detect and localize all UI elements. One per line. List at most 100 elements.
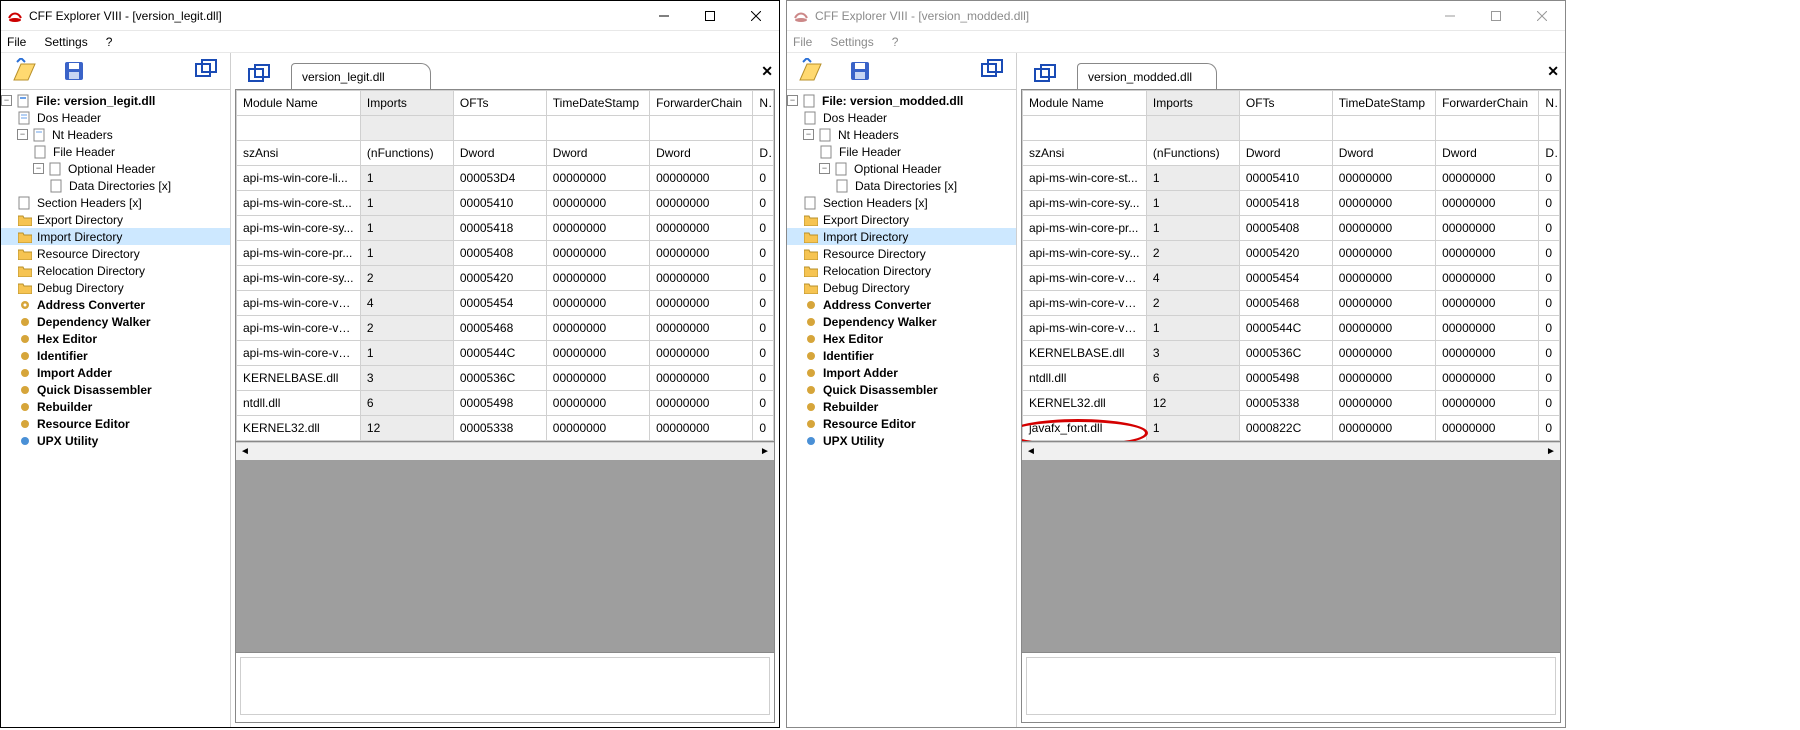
table-row[interactable]: KERNEL32.dll120000533800000000000000000 xyxy=(1023,391,1560,416)
minimize-button[interactable] xyxy=(641,1,687,31)
titlebar[interactable]: CFF Explorer VIII - [version_modded.dll] xyxy=(787,1,1565,31)
table-row[interactable]: api-ms-win-core-sy...1000054180000000000… xyxy=(237,216,774,241)
tree-fh[interactable]: File Header xyxy=(1,143,230,160)
table-row[interactable]: api-ms-win-core-sy...2000054200000000000… xyxy=(1023,241,1560,266)
tree-view[interactable]: −File: version_legit.dll Dos Header −Nt … xyxy=(1,89,230,727)
tree-id[interactable]: Import Directory xyxy=(1,228,230,245)
tree-id[interactable]: Import Directory xyxy=(787,228,1016,245)
tab-close-icon[interactable]: ✕ xyxy=(1547,63,1559,80)
tree-nt[interactable]: −Nt Headers xyxy=(787,126,1016,143)
cascade-icon[interactable] xyxy=(194,58,220,84)
tree-he[interactable]: Hex Editor xyxy=(787,330,1016,347)
tree-dw[interactable]: Dependency Walker xyxy=(787,313,1016,330)
table[interactable]: Module Name Imports OFTs TimeDateStamp F… xyxy=(236,90,774,441)
table-header-row[interactable]: Module Name Imports OFTs TimeDateStamp F… xyxy=(237,91,774,116)
edit-pane[interactable] xyxy=(1022,652,1560,722)
tree-reld[interactable]: Relocation Directory xyxy=(787,262,1016,279)
close-button[interactable] xyxy=(1519,1,1565,31)
tree-rb[interactable]: Rebuilder xyxy=(1,398,230,415)
tree-reld[interactable]: Relocation Directory xyxy=(1,262,230,279)
table-row[interactable]: api-ms-win-core-ve...4000054540000000000… xyxy=(237,291,774,316)
table-row[interactable]: api-ms-win-core-sy...2000054200000000000… xyxy=(237,266,774,291)
horizontal-scrollbar[interactable]: ◄► xyxy=(1022,442,1560,460)
tree-sh[interactable]: Section Headers [x] xyxy=(1,194,230,211)
col-module[interactable]: Module Name xyxy=(1023,91,1147,116)
col-ofts[interactable]: OFTs xyxy=(1239,91,1332,116)
tree-qd[interactable]: Quick Disassembler xyxy=(787,381,1016,398)
tree-ac[interactable]: Address Converter xyxy=(787,296,1016,313)
table-row[interactable]: ntdll.dll60000549800000000000000000 xyxy=(1023,366,1560,391)
tree-rd[interactable]: Resource Directory xyxy=(1,245,230,262)
open-icon[interactable] xyxy=(11,58,37,84)
table-row[interactable]: ntdll.dll60000549800000000000000000 xyxy=(237,391,774,416)
menu-file[interactable]: File xyxy=(5,33,28,51)
tree-idf[interactable]: Identifier xyxy=(1,347,230,364)
tree-re[interactable]: Resource Editor xyxy=(1,415,230,432)
tree-ia[interactable]: Import Adder xyxy=(1,364,230,381)
edit-pane[interactable] xyxy=(236,652,774,722)
table-row[interactable]: api-ms-win-core-ve...2000054680000000000… xyxy=(237,316,774,341)
tree-upx[interactable]: UPX Utility xyxy=(787,432,1016,449)
menu-help[interactable]: ? xyxy=(104,33,115,51)
table-row[interactable]: api-ms-win-core-pr...1000054080000000000… xyxy=(1023,216,1560,241)
col-imports[interactable]: Imports xyxy=(1146,91,1239,116)
horizontal-scrollbar[interactable]: ◄► xyxy=(236,442,774,460)
tree-sh[interactable]: Section Headers [x] xyxy=(787,194,1016,211)
table-row[interactable]: KERNELBASE.dll30000536C00000000000000000 xyxy=(1023,341,1560,366)
tree-dd[interactable]: Data Directories [x] xyxy=(787,177,1016,194)
table-row[interactable]: api-ms-win-core-st...1000054100000000000… xyxy=(1023,166,1560,191)
save-icon[interactable] xyxy=(61,58,87,84)
tree-ia[interactable]: Import Adder xyxy=(787,364,1016,381)
col-n[interactable]: N xyxy=(753,91,774,116)
tree-oh[interactable]: −Optional Header xyxy=(787,160,1016,177)
col-imports[interactable]: Imports xyxy=(360,91,453,116)
table-row[interactable]: api-ms-win-core-st...1000054100000000000… xyxy=(237,191,774,216)
titlebar[interactable]: CFF Explorer VIII - [version_legit.dll] xyxy=(1,1,779,31)
tree-dw[interactable]: Dependency Walker xyxy=(1,313,230,330)
col-fc[interactable]: ForwarderChain xyxy=(1436,91,1539,116)
cascade-icon[interactable] xyxy=(980,58,1006,84)
tree-ed[interactable]: Export Directory xyxy=(1,211,230,228)
table-row[interactable]: javafx_font.dll10000822C0000000000000000… xyxy=(1023,416,1560,441)
tree-root[interactable]: −File: version_legit.dll xyxy=(1,92,230,109)
tab-close-icon[interactable]: ✕ xyxy=(761,63,773,80)
table[interactable]: Module Name Imports OFTs TimeDateStamp F… xyxy=(1022,90,1560,441)
tree-nt[interactable]: −Nt Headers xyxy=(1,126,230,143)
tree-upx[interactable]: UPX Utility xyxy=(1,432,230,449)
tree-dbg[interactable]: Debug Directory xyxy=(1,279,230,296)
save-icon[interactable] xyxy=(847,58,873,84)
menu-help[interactable]: ? xyxy=(890,33,901,51)
tree-ed[interactable]: Export Directory xyxy=(787,211,1016,228)
maximize-button[interactable] xyxy=(687,1,733,31)
table-row[interactable]: KERNELBASE.dll30000536C00000000000000000 xyxy=(237,366,774,391)
table-row[interactable]: api-ms-win-core-ve...10000544C0000000000… xyxy=(1023,316,1560,341)
tree-rb[interactable]: Rebuilder xyxy=(787,398,1016,415)
cascade-icon[interactable] xyxy=(247,63,273,89)
table-row[interactable]: api-ms-win-core-ve...10000544C0000000000… xyxy=(237,341,774,366)
table-header-row[interactable]: Module Name Imports OFTs TimeDateStamp F… xyxy=(1023,91,1560,116)
close-button[interactable] xyxy=(733,1,779,31)
open-icon[interactable] xyxy=(797,58,823,84)
tree-idf[interactable]: Identifier xyxy=(787,347,1016,364)
minimize-button[interactable] xyxy=(1427,1,1473,31)
tree-dd[interactable]: Data Directories [x] xyxy=(1,177,230,194)
menu-settings[interactable]: Settings xyxy=(828,33,875,51)
tree-he[interactable]: Hex Editor xyxy=(1,330,230,347)
table-row[interactable]: api-ms-win-core-sy...1000054180000000000… xyxy=(1023,191,1560,216)
table-row[interactable]: KERNEL32.dll120000533800000000000000000 xyxy=(237,416,774,441)
col-n[interactable]: N xyxy=(1539,91,1560,116)
col-module[interactable]: Module Name xyxy=(237,91,361,116)
tree-view[interactable]: −File: version_modded.dll Dos Header −Nt… xyxy=(787,89,1016,727)
tree-rd[interactable]: Resource Directory xyxy=(787,245,1016,262)
tree-qd[interactable]: Quick Disassembler xyxy=(1,381,230,398)
tree-ac[interactable]: Address Converter xyxy=(1,296,230,313)
col-ofts[interactable]: OFTs xyxy=(453,91,546,116)
tree-root[interactable]: −File: version_modded.dll xyxy=(787,92,1016,109)
table-row[interactable]: api-ms-win-core-ve...4000054540000000000… xyxy=(1023,266,1560,291)
tree-re[interactable]: Resource Editor xyxy=(787,415,1016,432)
tree-dbg[interactable]: Debug Directory xyxy=(787,279,1016,296)
menu-settings[interactable]: Settings xyxy=(42,33,89,51)
table-row[interactable]: api-ms-win-core-li...1000053D40000000000… xyxy=(237,166,774,191)
table-row[interactable]: api-ms-win-core-ve...2000054680000000000… xyxy=(1023,291,1560,316)
file-tab[interactable]: version_legit.dll xyxy=(291,63,431,89)
